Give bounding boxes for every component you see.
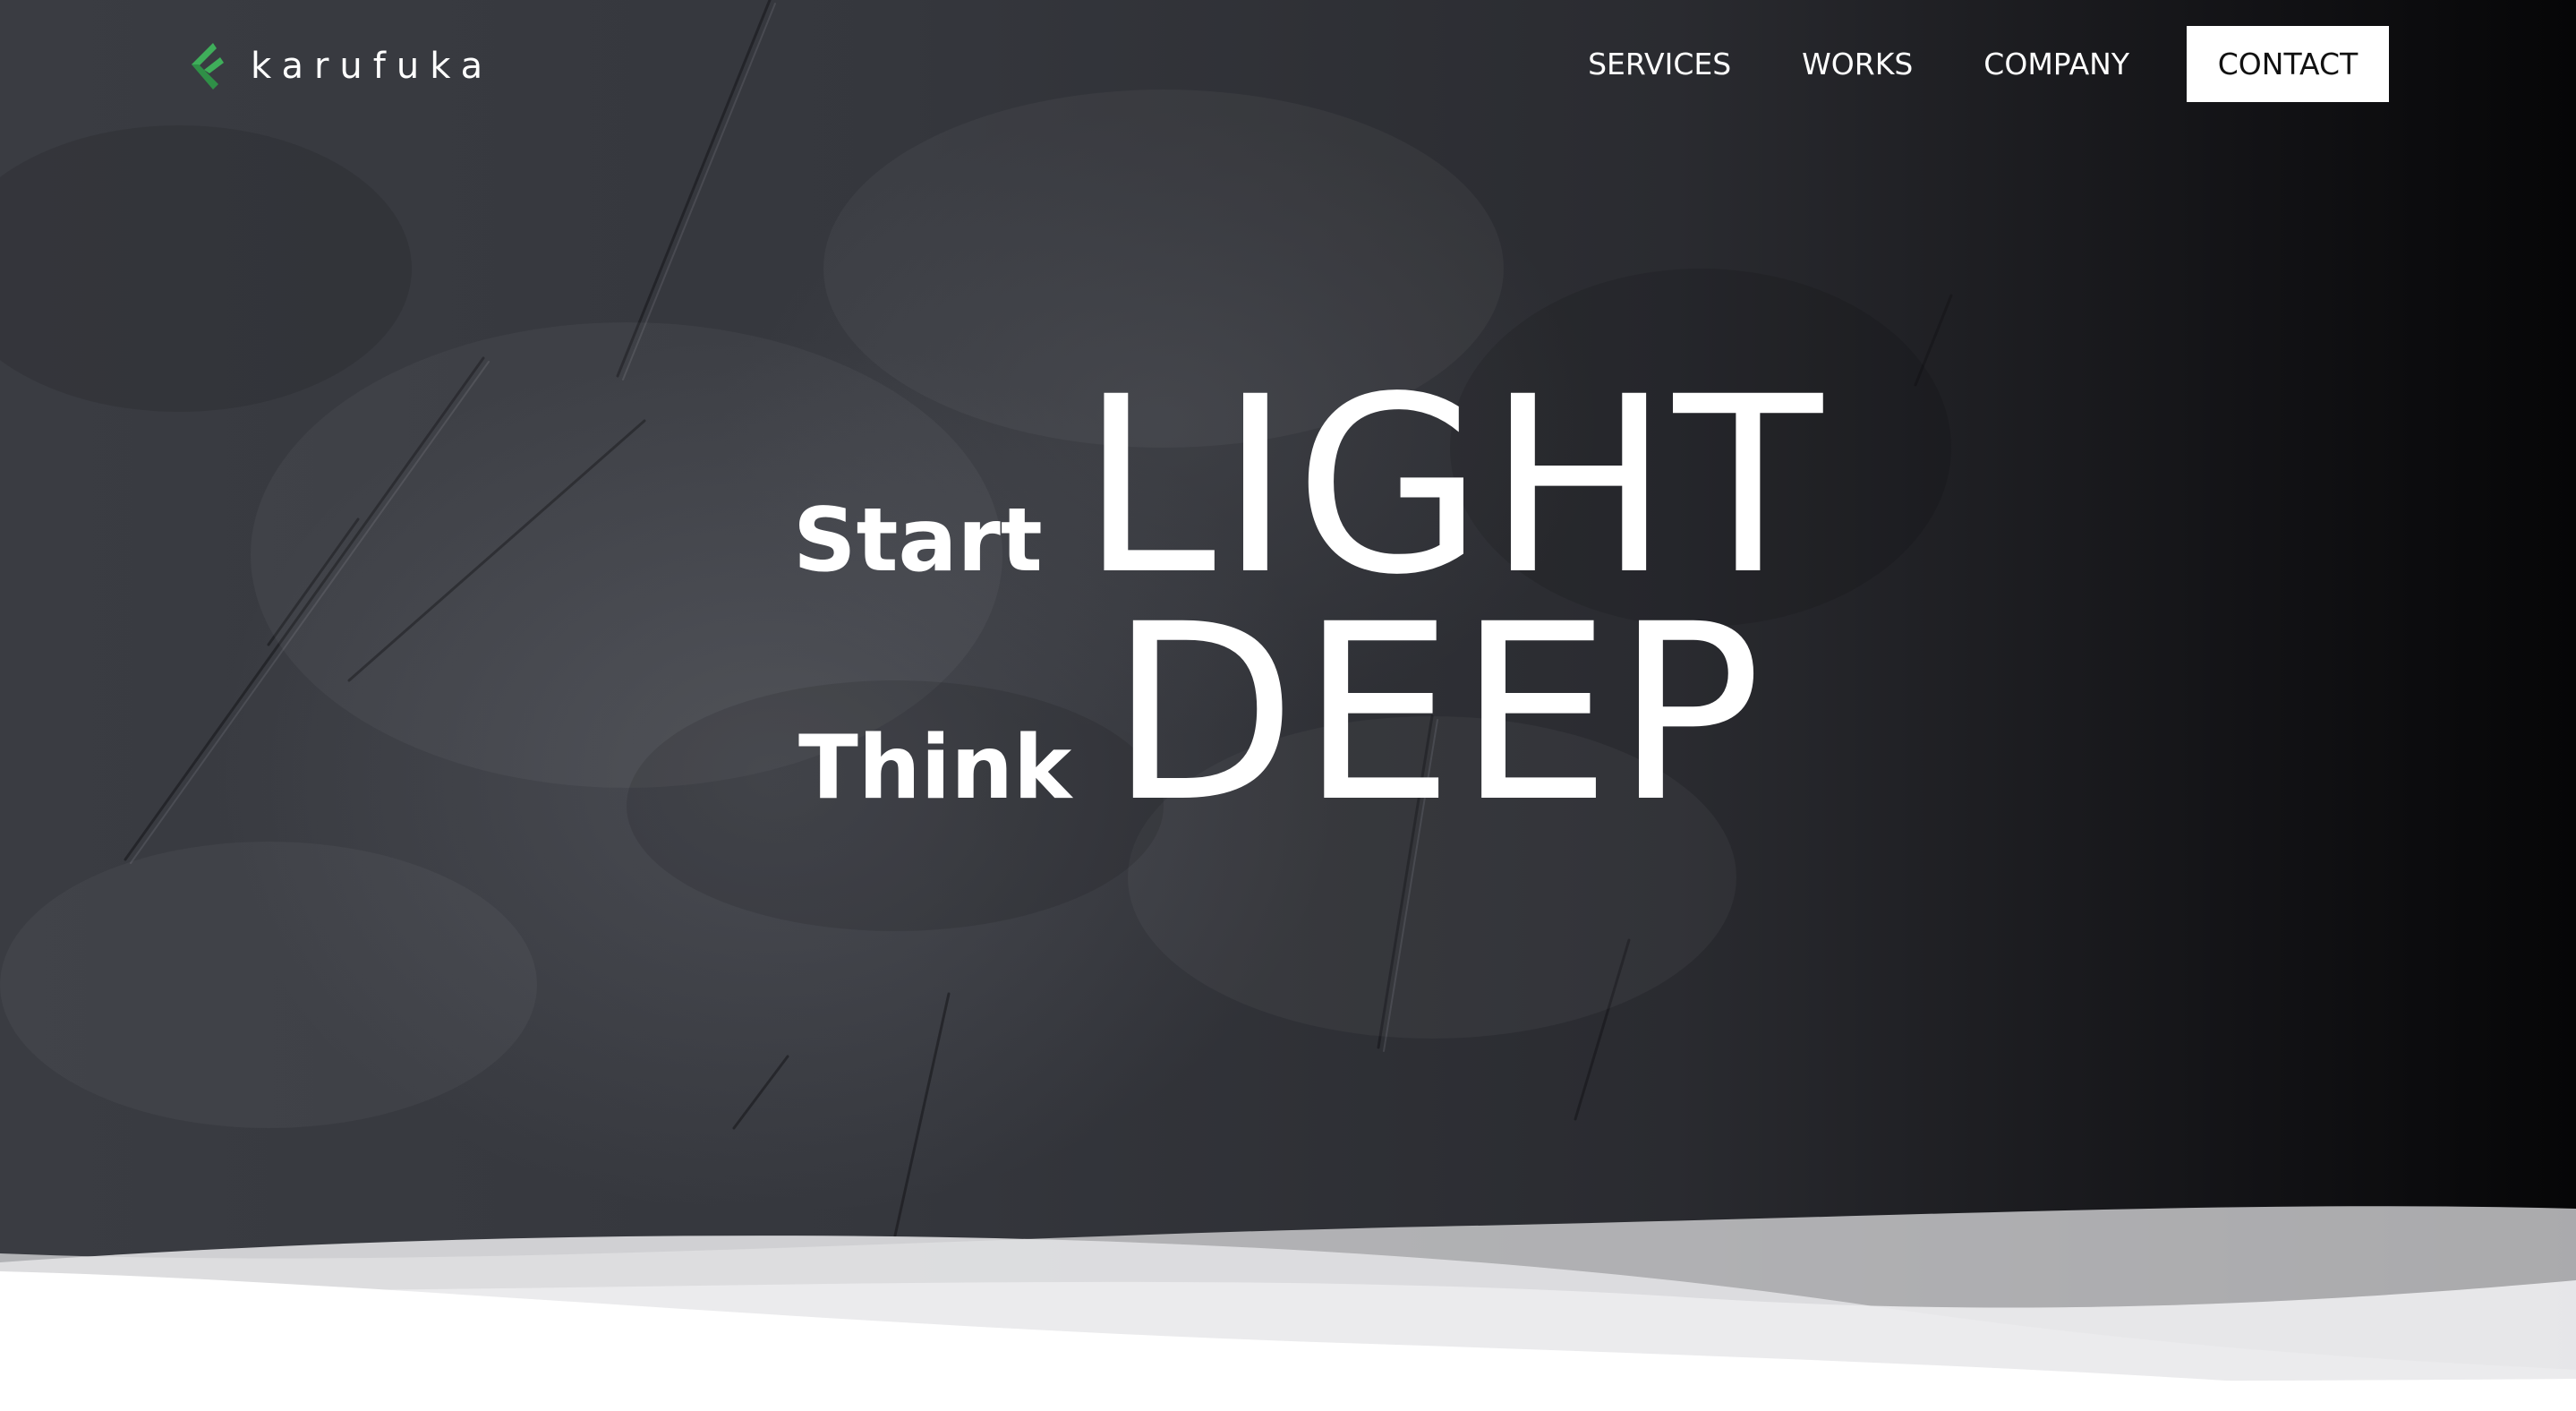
headline-think-word: Think — [798, 717, 1072, 819]
bottom-wave-divider — [0, 1206, 2576, 1411]
headline-deep-word: DEEP — [1109, 573, 1766, 856]
headline-line-2: Think DEEP — [798, 593, 1765, 836]
headline-start-word: Start — [793, 490, 1043, 592]
hero-section: karufuka SERVICES WORKS COMPANY CONTACT … — [0, 0, 2576, 1411]
